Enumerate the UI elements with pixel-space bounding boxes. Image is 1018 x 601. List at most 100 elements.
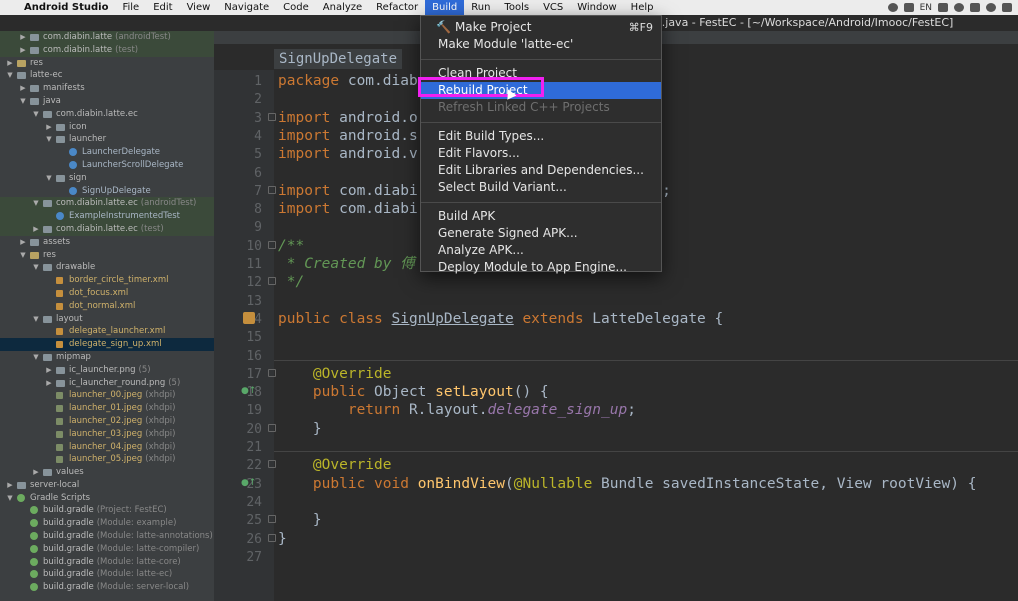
fold-marker-icon[interactable] (268, 240, 276, 249)
chevron-down-icon[interactable]: ▼ (19, 95, 27, 108)
battery-icon[interactable] (970, 3, 980, 12)
chevron-down-icon[interactable]: ▼ (6, 492, 14, 505)
chevron-down-icon[interactable]: ▼ (19, 249, 27, 262)
tree-row[interactable]: launcher_01.jpeg (xhdpi) (0, 402, 214, 415)
tree-row[interactable]: ▼ drawable (0, 261, 214, 274)
input-source-label[interactable]: EN (920, 3, 932, 13)
tree-row[interactable]: border_circle_timer.xml (0, 274, 214, 287)
tree-row[interactable]: launcher_04.jpeg (xhdpi) (0, 441, 214, 454)
build-menu-make-project[interactable]: 🔨 Make Project ⌘F9 (421, 19, 661, 36)
tree-row[interactable]: ▶ assets (0, 236, 214, 249)
menu-refactor[interactable]: Refactor (369, 0, 425, 15)
fold-marker-icon[interactable] (268, 533, 276, 542)
tree-row[interactable]: ▼ com.diabin.latte.ec (0, 108, 214, 121)
tree-row[interactable]: ▼ Gradle Scripts (0, 492, 214, 505)
clock-icon[interactable] (887, 3, 898, 12)
fold-marker-icon[interactable] (268, 423, 276, 432)
tree-row[interactable]: ▶ ic_launcher.png (5) (0, 364, 214, 377)
tree-row[interactable]: dot_focus.xml (0, 287, 214, 300)
tree-row[interactable]: build.gradle (Module: latte-core) (0, 556, 214, 569)
tree-row[interactable]: launcher_02.jpeg (xhdpi) (0, 415, 214, 428)
tree-row[interactable]: ▶ ic_launcher_round.png (5) (0, 377, 214, 390)
build-menu-deploy-module-to-app-engine[interactable]: Deploy Module to App Engine... (421, 259, 661, 276)
tree-row[interactable]: ▼ res (0, 249, 214, 262)
tree-row[interactable]: build.gradle (Module: latte-annotations) (0, 530, 214, 543)
menu-navigate[interactable]: Navigate (217, 0, 276, 15)
chevron-down-icon[interactable]: ▼ (32, 261, 40, 274)
menu-tools[interactable]: Tools (497, 0, 536, 15)
fold-marker-icon[interactable] (268, 112, 276, 121)
tree-row[interactable]: ▶ values (0, 466, 214, 479)
tree-row[interactable]: build.gradle (Module: latte-compiler) (0, 543, 214, 556)
tree-row[interactable]: LauncherDelegate (0, 146, 214, 159)
build-menu-generate-signed-apk[interactable]: Generate Signed APK... (421, 225, 661, 242)
build-menu-analyze-apk[interactable]: Analyze APK... (421, 242, 661, 259)
wifi-icon[interactable] (954, 3, 964, 12)
tree-row[interactable]: ▼ mipmap (0, 351, 214, 364)
chevron-right-icon[interactable]: ▶ (19, 82, 27, 95)
tree-row[interactable]: ▶ com.diabin.latte.ec (test) (0, 222, 214, 236)
chevron-down-icon[interactable]: ▼ (45, 133, 53, 146)
fold-marker-icon[interactable] (268, 368, 276, 377)
chevron-down-icon[interactable]: ▼ (32, 197, 40, 210)
chevron-down-icon[interactable]: ▼ (32, 313, 40, 326)
tree-row[interactable]: build.gradle (Module: latte-ec) (0, 568, 214, 581)
menu-window[interactable]: Window (570, 0, 623, 15)
tree-row[interactable]: ▼ layout (0, 313, 214, 326)
chevron-right-icon[interactable]: ▶ (45, 121, 53, 134)
fold-marker-icon[interactable] (268, 277, 276, 286)
tree-row[interactable]: ▶ com.diabin.latte (androidTest) (0, 31, 214, 44)
tree-row[interactable]: ▼ launcher (0, 133, 214, 146)
flag-icon[interactable] (938, 3, 948, 12)
tree-row[interactable]: SignUpDelegate (0, 185, 214, 198)
build-menu-edit-flavors[interactable]: Edit Flavors... (421, 145, 661, 162)
override-marker-icon[interactable]: ●↑ (241, 386, 256, 396)
menu-code[interactable]: Code (276, 0, 316, 15)
search-icon[interactable] (986, 3, 996, 12)
menu-app-name[interactable]: Android Studio (22, 0, 115, 15)
build-menu-edit-build-types[interactable]: Edit Build Types... (421, 128, 661, 145)
tree-row[interactable]: build.gradle (Module: server-local) (0, 581, 214, 594)
tree-row[interactable]: LauncherScrollDelegate (0, 159, 214, 172)
chevron-right-icon[interactable]: ▶ (6, 57, 14, 70)
tree-row[interactable]: delegate_sign_up.xml (0, 338, 214, 351)
build-menu-build-apk[interactable]: Build APK (421, 208, 661, 225)
tree-row[interactable]: delegate_launcher.xml (0, 325, 214, 338)
menu-analyze[interactable]: Analyze (316, 0, 369, 15)
tree-row[interactable]: dot_normal.xml (0, 300, 214, 313)
chevron-right-icon[interactable]: ▶ (19, 31, 27, 44)
list-icon[interactable] (1002, 3, 1012, 12)
tree-row[interactable]: build.gradle (Project: FestEC) (0, 504, 214, 517)
build-menu-edit-libraries-and-dependencies[interactable]: Edit Libraries and Dependencies... (421, 162, 661, 179)
tree-row[interactable]: build.gradle (Module: example) (0, 517, 214, 530)
tree-row[interactable]: ExampleInstrumentedTest (0, 210, 214, 223)
menu-edit[interactable]: Edit (146, 0, 179, 15)
tree-row[interactable]: ▼ latte-ec (0, 69, 214, 82)
menu-help[interactable]: Help (624, 0, 661, 15)
build-menu-make-module-latte-ec[interactable]: Make Module 'latte-ec' (421, 36, 661, 53)
tree-row[interactable]: launcher_00.jpeg (xhdpi) (0, 389, 214, 402)
chevron-right-icon[interactable]: ▶ (32, 466, 40, 479)
chevron-down-icon[interactable]: ▼ (32, 351, 40, 364)
override-marker-icon[interactable]: ●↑ (241, 478, 256, 488)
fold-marker-icon[interactable] (268, 515, 276, 524)
chevron-down-icon[interactable]: ▼ (32, 108, 40, 121)
menu-file[interactable]: File (115, 0, 146, 15)
chevron-down-icon[interactable]: ▼ (6, 69, 14, 82)
chevron-right-icon[interactable]: ▶ (19, 236, 27, 249)
tree-row[interactable]: ▶ server-local (0, 479, 214, 492)
display-icon[interactable] (903, 3, 914, 12)
chevron-down-icon[interactable]: ▼ (45, 172, 53, 185)
menu-run[interactable]: Run (464, 0, 497, 15)
class-marker-icon[interactable] (243, 311, 255, 324)
tree-row[interactable]: ▼ java (0, 95, 214, 108)
build-menu-select-build-variant[interactable]: Select Build Variant... (421, 179, 661, 196)
menu-vcs[interactable]: VCS (536, 0, 570, 15)
tree-row[interactable]: launcher_05.jpeg (xhdpi) (0, 453, 214, 466)
fold-marker-icon[interactable] (268, 185, 276, 194)
breadcrumb[interactable]: SignUpDelegate (274, 49, 403, 69)
tree-row[interactable]: launcher_03.jpeg (xhdpi) (0, 428, 214, 441)
chevron-right-icon[interactable]: ▶ (6, 479, 14, 492)
tree-row[interactable]: ▶ res (0, 57, 214, 70)
fold-marker-icon[interactable] (268, 460, 276, 469)
